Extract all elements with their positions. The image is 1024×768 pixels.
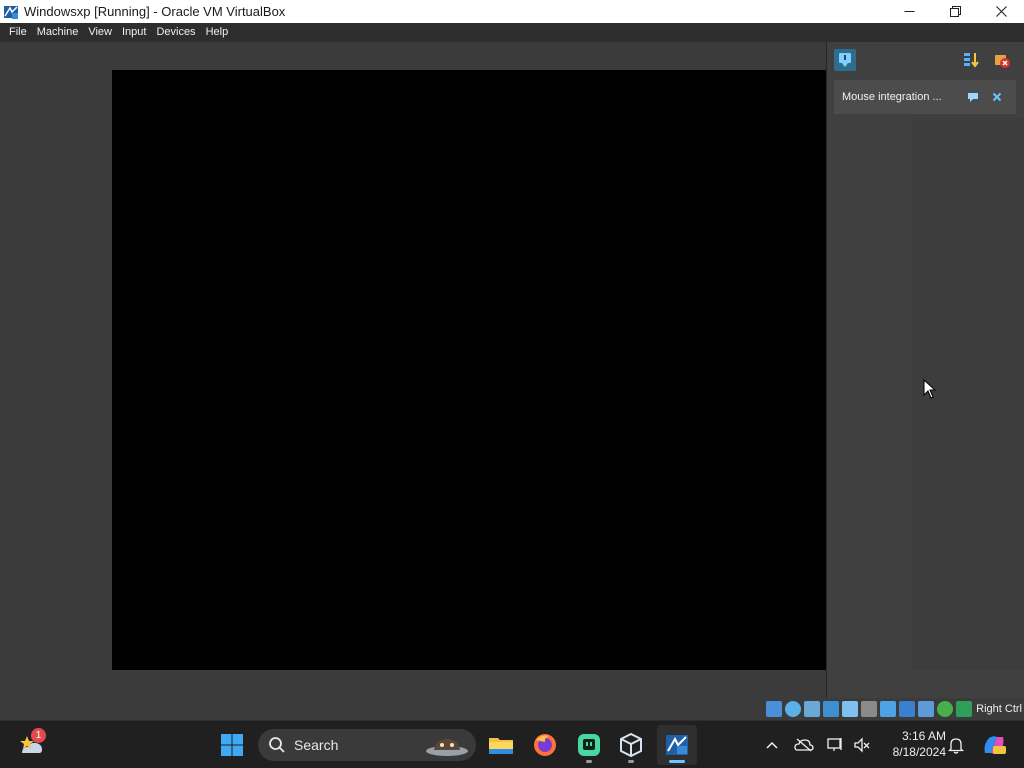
cpu-icon[interactable] [918,701,935,717]
shared-folders-icon[interactable] [861,701,878,717]
running-indicator [586,760,592,763]
notification-message: Mouse integration ... [842,91,942,103]
clear-notifications-button[interactable] [991,49,1013,71]
search-icon [269,737,285,753]
virtualbox-icon [620,732,642,758]
onedrive-offline-icon [794,738,814,752]
menu-devices[interactable]: Devices [151,23,200,42]
windows-logo-icon [221,734,243,756]
weather-notification-badge: 1 [31,728,46,743]
notification-center-panel: Mouse integration ... [826,42,1024,698]
restore-button[interactable] [932,0,978,23]
notification-item[interactable]: Mouse integration ... [834,80,1016,114]
volume-tray-button[interactable] [850,733,874,757]
clock-date: 8/18/2024 [892,745,946,759]
close-button[interactable] [978,0,1024,23]
windows-xp-vm-icon [666,735,688,755]
optical-drive-icon[interactable] [785,701,802,717]
notification-close-button[interactable] [989,89,1005,105]
menu-bar: File Machine View Input Devices Help [0,23,1024,42]
notifications-button[interactable] [944,733,968,757]
vm-window-button[interactable] [657,725,697,765]
audio-icon[interactable] [804,701,821,717]
bell-icon [948,738,964,754]
running-indicator [628,760,634,763]
title-bar: Windowsxp [Running] - Oracle VM VirtualB… [0,0,1024,23]
vm-screen[interactable] [112,70,826,670]
firefox-button[interactable] [525,725,565,765]
taskbar-clock[interactable]: 3:16 AM 8/18/2024 [878,728,946,760]
virtualbox-app-icon [4,5,18,19]
panel-toolbar [827,42,1024,78]
minimize-icon [904,11,914,12]
file-explorer-button[interactable] [481,725,521,765]
usb-icon[interactable] [842,701,859,717]
taskbar: 1 Search 3:16 AM 8/18/2024 [0,720,1024,768]
app-button-green[interactable] [569,725,609,765]
menu-file[interactable]: File [4,23,32,42]
search-highlight-icon [426,739,468,756]
mouse-integration-icon[interactable] [937,701,954,717]
sort-icon [964,53,979,68]
firefox-icon [534,734,556,756]
menu-help[interactable]: Help [201,23,234,42]
virtualbox-manager-button[interactable] [611,725,651,765]
window-title: Windowsxp [Running] - Oracle VM VirtualB… [24,4,286,19]
notification-pin-icon [839,53,851,67]
notification-panel-toggle-button[interactable] [834,49,856,71]
clear-all-icon [995,55,1010,68]
vm-status-bar: Right Ctrl [0,698,1024,720]
taskbar-search-box[interactable]: Search [258,729,476,761]
notification-help-button[interactable] [965,89,981,105]
mouse-cursor-icon [923,379,937,399]
network-icon[interactable] [823,701,840,717]
show-hidden-icons-button[interactable] [760,733,784,757]
minimize-button[interactable] [886,0,932,23]
menu-machine[interactable]: Machine [32,23,84,42]
keyboard-capture-icon[interactable] [956,701,973,717]
chevron-up-icon [766,741,778,749]
sort-notifications-button[interactable] [960,49,982,71]
search-placeholder: Search [294,737,339,753]
copilot-icon [984,736,1006,754]
video-capture-icon[interactable] [899,701,916,717]
menu-view[interactable]: View [83,23,117,42]
onedrive-tray-button[interactable] [792,733,816,757]
vm-display-area [0,42,826,698]
network-tray-button[interactable] [824,733,848,757]
speaker-muted-icon [854,737,870,753]
close-icon [992,92,1002,102]
close-icon [995,6,1007,17]
folder-icon [489,738,513,754]
chat-app-icon [578,734,600,756]
clock-time: 3:16 AM [901,729,946,743]
display-icon[interactable] [880,701,897,717]
network-monitor-icon [827,738,842,751]
active-indicator [669,760,685,763]
menu-input[interactable]: Input [117,23,151,42]
start-button[interactable] [212,725,252,765]
copilot-button[interactable] [980,733,1008,757]
host-key-label: Right Ctrl [976,703,1022,715]
hard-disk-icon[interactable] [766,701,783,717]
speech-bubble-icon [968,93,978,102]
restore-icon [949,6,961,17]
